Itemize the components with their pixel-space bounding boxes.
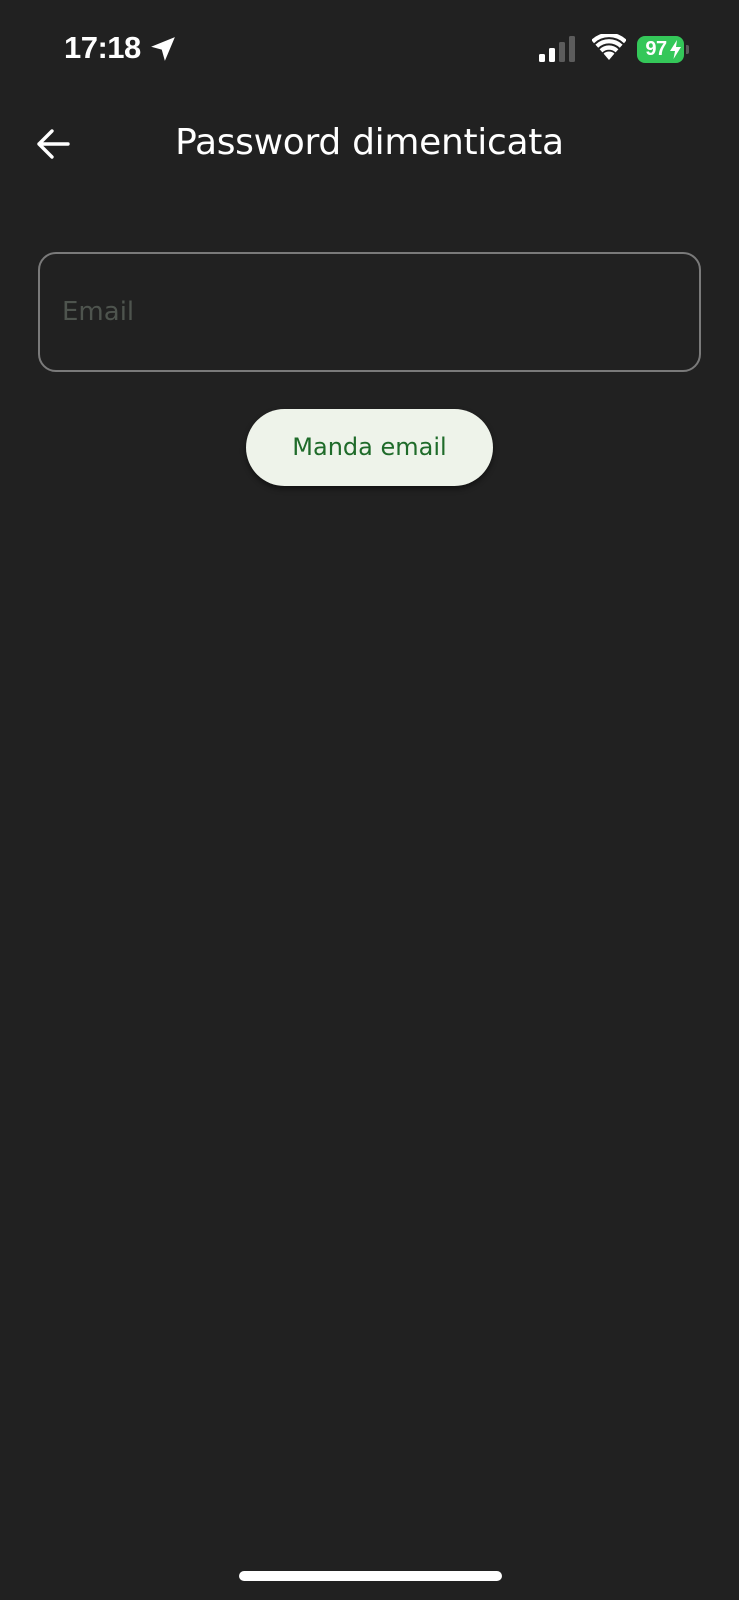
app-bar: Password dimenticata [0,108,739,180]
battery-indicator: 97 [637,36,689,63]
cellular-signal-icon [539,36,575,62]
battery-body: 97 [637,36,684,63]
charging-bolt-icon [670,40,681,59]
status-bar: 17:18 97 [0,0,739,100]
battery-level: 97 [645,38,667,60]
battery-cap [686,45,689,54]
page-title: Password dimenticata [175,122,564,163]
home-indicator[interactable] [239,1571,502,1581]
email-input[interactable] [62,254,672,370]
wifi-icon [592,34,626,60]
status-time: 17:18 [64,30,141,65]
location-arrow-icon [151,37,175,61]
send-email-button[interactable]: Manda email [246,409,493,486]
email-field[interactable] [38,252,701,372]
